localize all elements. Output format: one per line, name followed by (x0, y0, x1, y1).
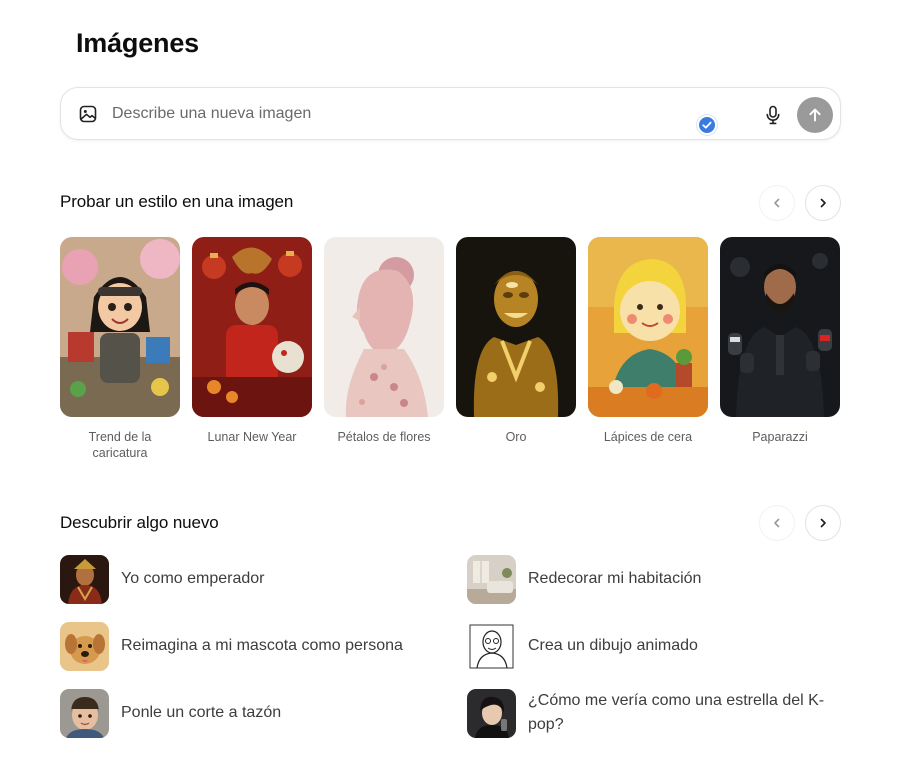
microphone-button[interactable] (761, 103, 785, 127)
lunar-new-year-style-image (192, 237, 312, 417)
style-label: Lunar New Year (207, 430, 297, 444)
check-badge-icon (697, 115, 717, 135)
style-card-gold[interactable]: Oro (456, 237, 576, 445)
style-label: Lápices de cera (603, 430, 693, 444)
petals-style-image (324, 237, 444, 417)
microphone-icon (766, 105, 780, 125)
gold-style-image (456, 237, 576, 417)
crayons-style-image (588, 237, 708, 417)
pet-thumbnail (60, 621, 109, 671)
discover-next-button[interactable] (805, 505, 841, 541)
discover-item-label: Yo como emperador (121, 570, 265, 587)
chevron-left-icon (774, 518, 780, 528)
bowl-cut-thumbnail (60, 688, 109, 738)
emperor-thumbnail (60, 554, 109, 604)
styles-prev-button[interactable] (759, 185, 795, 221)
style-card-petals[interactable]: Pétalos de flores (324, 237, 444, 445)
style-label: Trend de la caricatura (88, 430, 152, 460)
discover-item-redecorate[interactable]: Redecorar mi habitación (467, 554, 701, 604)
style-label: Oro (505, 430, 527, 444)
send-button[interactable] (797, 97, 833, 133)
discover-item-label: Ponle un corte a tazón (121, 704, 282, 721)
discover-item-label: Reimagina a mi mascota como persona (121, 637, 403, 654)
image-prompt-input[interactable] (112, 102, 672, 126)
style-card-lunar-new-year[interactable]: Lunar New Year (192, 237, 312, 445)
page-title: Imágenes (76, 28, 199, 58)
paparazzi-style-image (720, 237, 840, 417)
styles-section-title: Probar un estilo en una imagen (60, 192, 294, 211)
discover-prev-button[interactable] (759, 505, 795, 541)
discover-item-label: Redecorar mi habitación (528, 570, 702, 587)
style-label: Pétalos de flores (337, 430, 431, 444)
chevron-left-icon (774, 198, 780, 208)
caricature-style-image (60, 237, 180, 417)
chevron-right-icon (820, 518, 826, 528)
discover-section-title: Descubrir algo nuevo (60, 513, 219, 532)
discover-item-cartoon[interactable]: Crea un dibujo animado (467, 621, 698, 671)
discover-item-pet-as-person[interactable]: Reimagina a mi mascota como persona (60, 621, 403, 671)
chevron-right-icon (820, 198, 826, 208)
room-thumbnail (467, 554, 516, 604)
discover-item-emperor[interactable]: Yo como emperador (60, 554, 265, 604)
style-card-crayons[interactable]: Lápices de cera (588, 237, 708, 445)
discover-item-label: Crea un dibujo animado (528, 637, 698, 654)
kpop-thumbnail (467, 688, 516, 738)
style-carousel: Trend de la caricatura Lunar New Year Pé… (60, 237, 841, 467)
styles-next-button[interactable] (805, 185, 841, 221)
discover-item-bowl-cut[interactable]: Ponle un corte a tazón (60, 688, 281, 738)
style-card-paparazzi[interactable]: Paparazzi (720, 237, 840, 445)
image-upload-icon[interactable] (79, 105, 97, 123)
image-prompt-bar[interactable] (60, 87, 841, 140)
discover-item-label: ¿Cómo me vería como una estrella del K-p… (528, 692, 825, 733)
discover-item-kpop-star[interactable]: ¿Cómo me vería como una estrella del K-p… (467, 688, 828, 738)
style-label: Paparazzi (752, 430, 808, 444)
arrow-up-icon (809, 108, 821, 122)
cartoon-thumbnail (467, 621, 516, 671)
style-card-caricature[interactable]: Trend de la caricatura (60, 237, 180, 461)
